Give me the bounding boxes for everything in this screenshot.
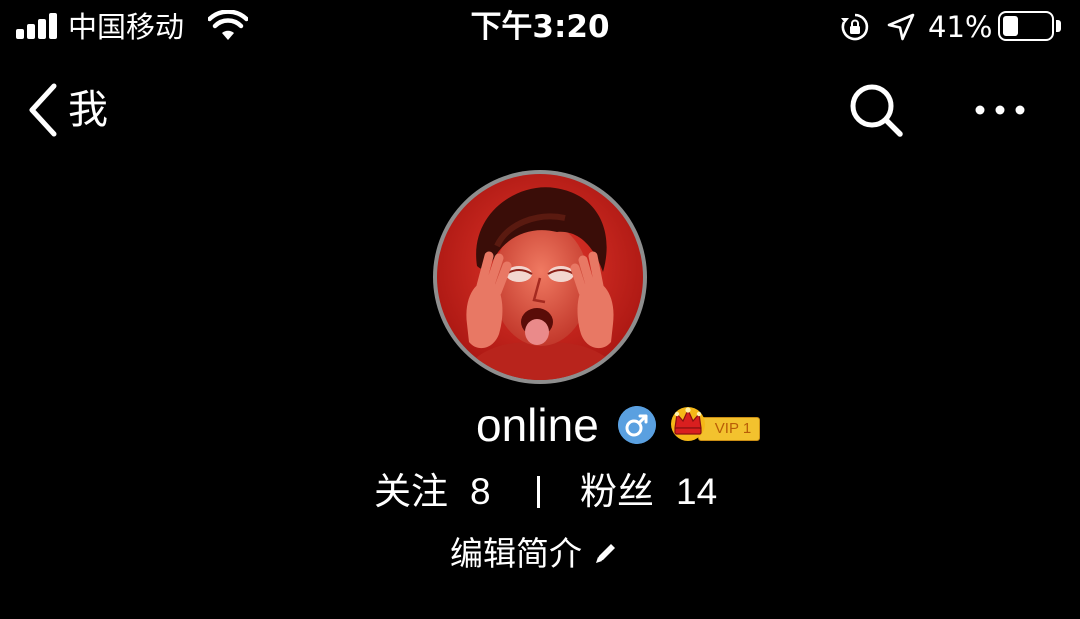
back-label: 我 bbox=[68, 87, 108, 133]
following-label: 关注 bbox=[374, 470, 448, 513]
search-icon[interactable] bbox=[848, 82, 906, 140]
avatar[interactable] bbox=[433, 170, 647, 384]
wifi-icon bbox=[208, 10, 248, 40]
battery-icon bbox=[998, 11, 1054, 41]
carrier-name: 中国移动 bbox=[68, 10, 185, 44]
battery-tip bbox=[1056, 20, 1061, 32]
profile-screen: 中国移动 下午3:20 41% 我 online VIP 1 关注 8 粉丝 1… bbox=[0, 0, 1080, 619]
battery-percent: 41% bbox=[928, 10, 993, 44]
edit-bio-button[interactable]: 编辑简介 bbox=[450, 530, 618, 578]
avatar-image bbox=[437, 174, 643, 380]
vip-badge[interactable]: VIP 1 bbox=[668, 402, 762, 442]
status-bar: 中国移动 下午3:20 41% bbox=[0, 0, 1080, 56]
signal-icon bbox=[16, 13, 60, 39]
following-count: 8 bbox=[470, 471, 491, 512]
pencil-icon bbox=[596, 544, 615, 563]
fans-label: 粉丝 bbox=[580, 470, 654, 513]
name-row: online VIP 1 bbox=[0, 396, 1080, 454]
location-arrow-icon bbox=[887, 13, 915, 41]
more-icon[interactable] bbox=[964, 90, 1036, 130]
nav-bar: 我 bbox=[0, 64, 1080, 160]
stats-row: 关注 8 粉丝 14 bbox=[0, 466, 1080, 518]
fans-stat[interactable]: 粉丝 14 bbox=[580, 466, 717, 518]
status-time: 下午3:20 bbox=[470, 9, 610, 45]
fans-count: 14 bbox=[676, 471, 718, 512]
following-stat[interactable]: 关注 8 bbox=[374, 466, 491, 518]
edit-bio-label: 编辑简介 bbox=[450, 534, 582, 573]
crown-icon bbox=[671, 407, 705, 441]
back-chevron-icon bbox=[29, 83, 57, 137]
back-button[interactable]: 我 bbox=[26, 78, 108, 142]
stats-divider bbox=[537, 476, 540, 508]
male-gender-icon bbox=[618, 406, 656, 444]
username: online bbox=[476, 399, 599, 451]
rotation-lock-icon bbox=[841, 13, 869, 41]
